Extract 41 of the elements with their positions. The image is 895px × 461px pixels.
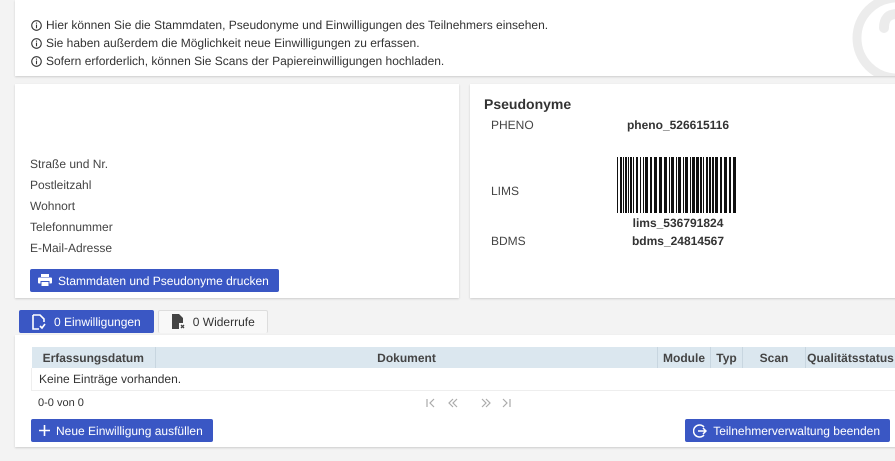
document-x-icon <box>170 314 185 330</box>
pager-text: 0-0 von 0 <box>37 397 85 409</box>
document-check-icon <box>32 314 46 330</box>
pager-prev-icon[interactable] <box>447 398 458 408</box>
info-icon <box>31 20 42 30</box>
column-header[interactable]: Erfassungsdatum <box>32 347 156 368</box>
pseudonym-value: lims_536791824 <box>632 216 724 230</box>
info-icon <box>31 38 42 48</box>
info-text: Sie haben außerdem die Möglichkeit neue Einwilligungen zu erfassen. <box>46 36 420 50</box>
pseudonym-label: BDMS <box>491 234 527 248</box>
pager-last-icon[interactable] <box>501 398 512 408</box>
pager-next-icon[interactable] <box>480 398 491 408</box>
column-header[interactable]: Module <box>658 347 710 368</box>
exit-button[interactable]: Teilnehmerverwaltung beenden <box>685 419 890 442</box>
info-icon <box>31 56 42 66</box>
empty-message: Keine Einträge vorhanden. <box>32 368 895 390</box>
pseudonym-value: bdms_24814567 <box>632 234 724 248</box>
column-header[interactable]: Dokument <box>156 347 658 368</box>
plus-icon <box>39 425 50 436</box>
field-label: Straße und Nr. <box>30 156 110 173</box>
barcode-icon <box>617 156 739 212</box>
field-label: E-Mail-Adresse <box>30 240 114 257</box>
column-header[interactable]: Typ <box>710 347 742 368</box>
info-text: Sofern erforderlich, können Sie Scans der Papiereinwilligungen hochladen. <box>46 54 444 68</box>
column-header[interactable]: Qualitätsstatus <box>806 347 895 368</box>
pseudonym-value: pheno_526615116 <box>626 118 730 132</box>
exit-icon <box>693 424 708 438</box>
section-title: Pseudonyme <box>484 96 572 112</box>
print-button[interactable]: Stammdaten und Pseudonyme drucken <box>30 269 279 292</box>
tab[interactable]: 0 Einwilligungen <box>19 310 154 333</box>
field-label: Telefonnummer <box>30 219 114 236</box>
add-consent-button[interactable]: Neue Einwilligung ausfüllen <box>31 419 213 442</box>
tab[interactable]: 0 Widerrufe <box>158 310 268 333</box>
pseudonym-label: LIMS <box>491 184 520 198</box>
printer-icon <box>38 274 52 287</box>
field-label: Postleitzahl <box>30 177 92 194</box>
field-label: Wohnort <box>30 198 76 215</box>
pseudonym-label: PHENO <box>491 118 535 132</box>
column-header[interactable]: Scan <box>742 347 806 368</box>
info-text: Hier können Sie die Stammdaten, Pseudonyme und Einwilligungen des Teilnehmers einsehen. <box>46 18 548 32</box>
pager-first-icon[interactable] <box>426 398 437 408</box>
